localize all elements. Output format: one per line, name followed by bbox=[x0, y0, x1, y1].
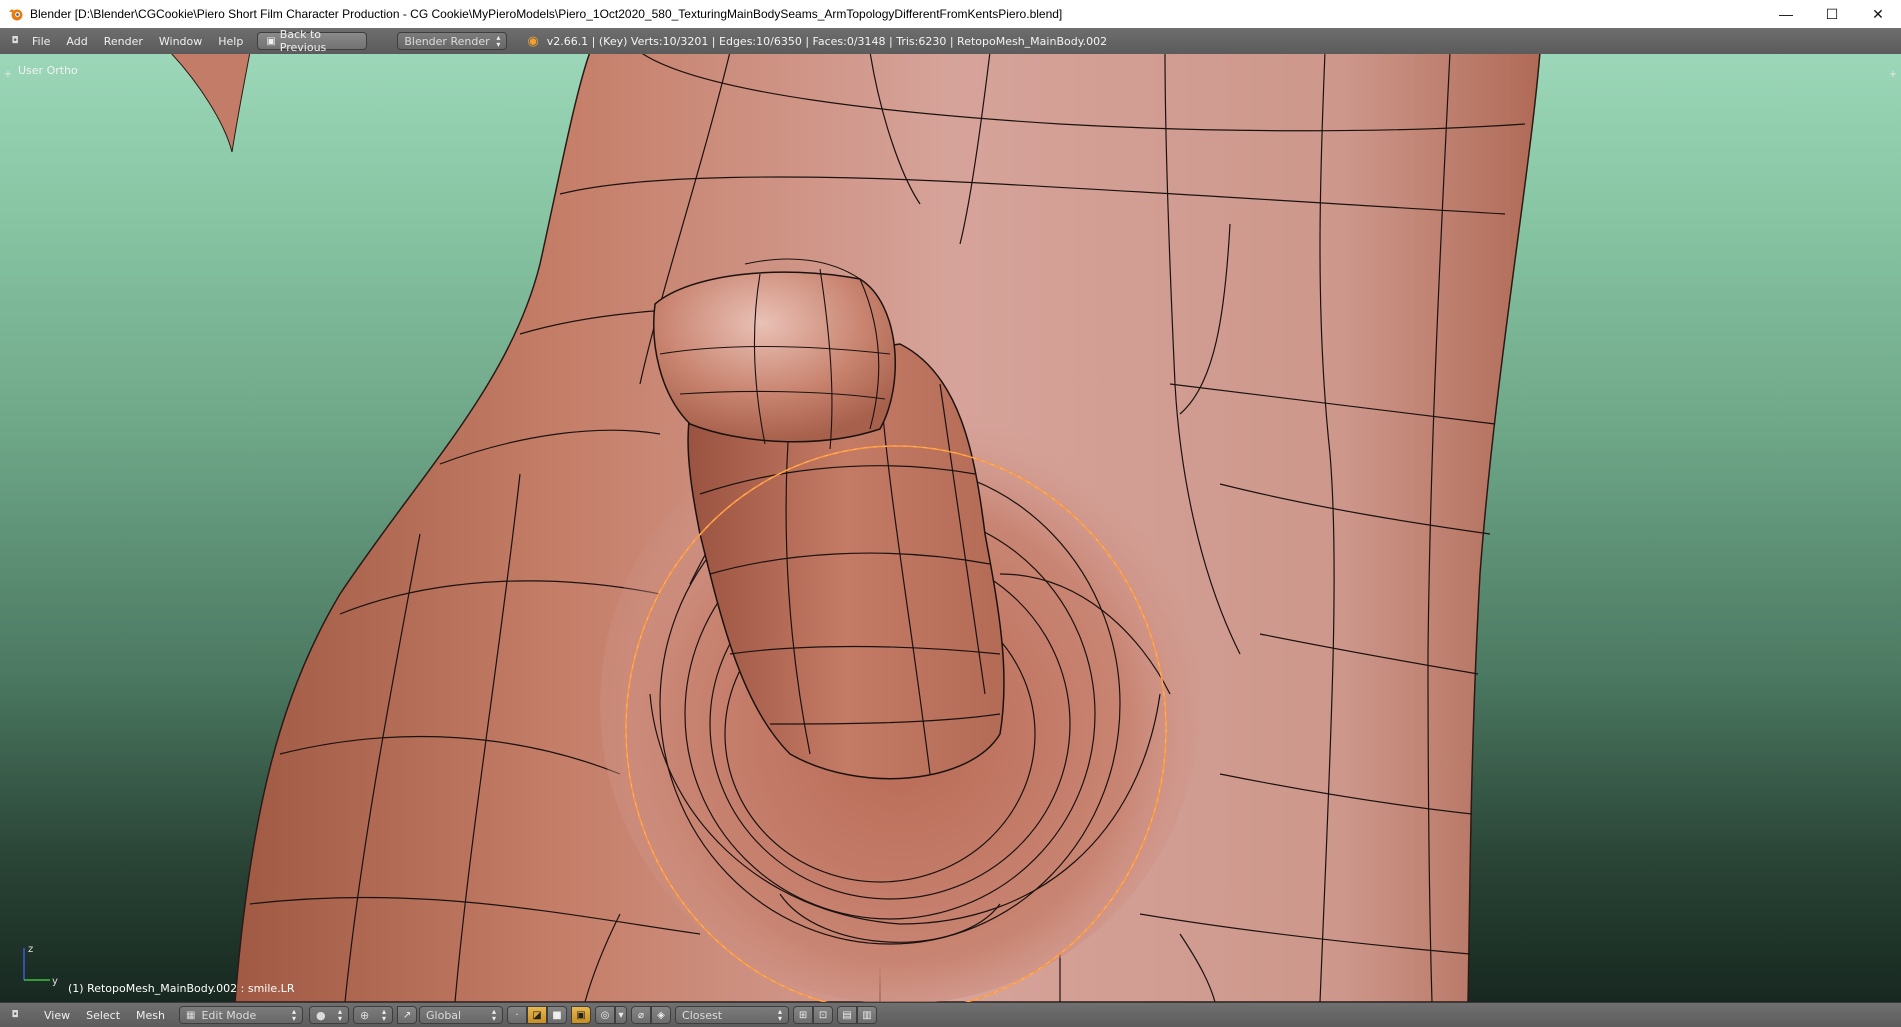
menu-add[interactable]: Add bbox=[58, 35, 95, 48]
menu-window[interactable]: Window bbox=[151, 35, 210, 48]
proportional-edit-icon[interactable]: ◎ bbox=[595, 1006, 616, 1024]
updown-arrows-icon: ▴ ▾ bbox=[292, 1007, 297, 1023]
area-split-icon[interactable]: + bbox=[1887, 68, 1899, 80]
vertex-select-icon[interactable]: · bbox=[507, 1006, 528, 1024]
dropdown-arrow-icon[interactable]: ▾ bbox=[615, 1006, 628, 1024]
pivot-point-select[interactable]: ⊕ ▴ ▾ bbox=[353, 1006, 394, 1024]
edit-mode-icon: ▦ bbox=[186, 1009, 196, 1021]
minimize-button[interactable]: — bbox=[1763, 0, 1809, 28]
updown-arrows-icon: ▴ ▾ bbox=[778, 1007, 783, 1023]
menu-view[interactable]: View bbox=[36, 1009, 78, 1022]
snap-target-select[interactable]: Closest ▴ ▾ bbox=[675, 1006, 790, 1024]
menu-mesh[interactable]: Mesh bbox=[128, 1009, 173, 1022]
window-title: Blender [D:\Blender\CGCookie\Piero Short… bbox=[30, 7, 1063, 21]
menu-select[interactable]: Select bbox=[78, 1009, 128, 1022]
menu-render[interactable]: Render bbox=[96, 35, 151, 48]
render-engine-select[interactable]: Blender Render ▴ ▾ bbox=[397, 32, 508, 50]
editor-type-icon[interactable]: ◘ bbox=[6, 32, 24, 50]
opengl-render-animation-icon[interactable]: ▥ bbox=[857, 1006, 878, 1024]
blender-logo-icon: ◉ bbox=[527, 33, 539, 49]
pivot-icon: ⊕ bbox=[360, 1008, 370, 1022]
snap-element-icon[interactable]: ◈ bbox=[651, 1006, 672, 1024]
info-header: ◘ File Add Render Window Help ▣ Back to … bbox=[0, 28, 1901, 55]
menu-file[interactable]: File bbox=[24, 35, 58, 48]
snap-align-icon[interactable]: ⊞ bbox=[793, 1006, 814, 1024]
axis-gizmo: z y bbox=[23, 944, 58, 986]
3d-view-header: ◘ View Select Mesh ▦ Edit Mode ▴ ▾ ● ▴ ▾ ⊕… bbox=[0, 1002, 1901, 1027]
close-button[interactable]: ✕ bbox=[1855, 0, 1901, 28]
face-select-icon[interactable]: ■ bbox=[547, 1006, 568, 1024]
mesh-render[interactable] bbox=[0, 54, 1901, 1002]
snap-toggle-icon[interactable]: ⌀ bbox=[631, 1006, 652, 1024]
scene-stats: v2.66.1 | (Key) Verts:10/3201 | Edges:10… bbox=[546, 34, 1108, 48]
3d-viewport[interactable]: User Ortho + + z y (1) RetopoMesh_MainBo… bbox=[0, 54, 1901, 1002]
editor-type-icon[interactable]: ◘ bbox=[6, 1006, 24, 1024]
updown-arrows-icon: ▴ ▾ bbox=[338, 1007, 343, 1023]
updown-arrows-icon: ▴ ▾ bbox=[382, 1007, 387, 1023]
active-object-label: (1) RetopoMesh_MainBody.002 : smile.LR bbox=[68, 982, 295, 995]
opengl-render-image-icon[interactable]: ▤ bbox=[837, 1006, 858, 1024]
mode-select[interactable]: ▦ Edit Mode ▴ ▾ bbox=[179, 1006, 304, 1024]
updown-arrows-icon: ▴ ▾ bbox=[496, 33, 501, 49]
updown-arrows-icon: ▴ ▾ bbox=[492, 1007, 497, 1023]
solid-shading-icon: ● bbox=[316, 1008, 326, 1022]
area-split-icon[interactable]: + bbox=[2, 68, 14, 80]
snap-project-icon[interactable]: ⊡ bbox=[813, 1006, 834, 1024]
transform-orientation-select[interactable]: Global ▴ ▾ bbox=[419, 1006, 504, 1024]
back-to-previous-button[interactable]: ▣ Back to Previous bbox=[257, 28, 368, 54]
maximize-button[interactable]: ☐ bbox=[1809, 0, 1855, 28]
view-label: User Ortho bbox=[18, 64, 78, 77]
blender-logo-icon bbox=[9, 9, 23, 21]
screen-icon: ▣ bbox=[266, 35, 276, 47]
axis-z-label: z bbox=[28, 944, 33, 955]
axis-y-label: y bbox=[52, 976, 58, 986]
window-title-bar: Blender [D:\Blender\CGCookie\Piero Short… bbox=[0, 0, 1901, 28]
limit-selection-visible-icon[interactable]: ▣ bbox=[571, 1006, 592, 1024]
edge-select-icon[interactable]: ◪ bbox=[527, 1006, 548, 1024]
menu-help[interactable]: Help bbox=[210, 35, 251, 48]
manipulator-icon[interactable]: ↗ bbox=[397, 1006, 418, 1024]
viewport-shading-select[interactable]: ● ▴ ▾ bbox=[309, 1006, 350, 1024]
